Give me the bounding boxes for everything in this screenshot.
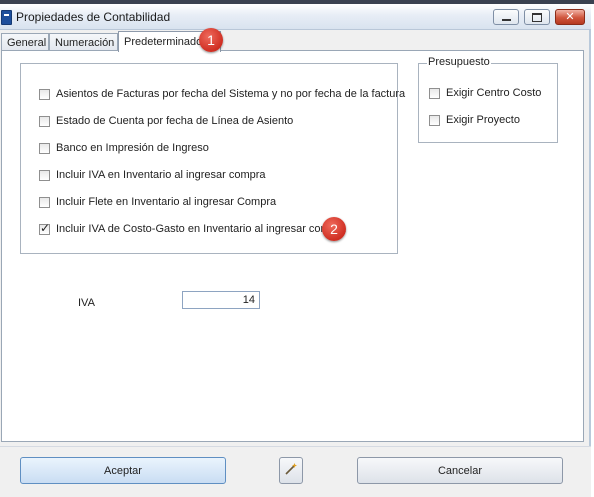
window-title: Propiedades de Contabilidad bbox=[16, 10, 171, 24]
option-label: Estado de Cuenta por fecha de Línea de A… bbox=[56, 115, 294, 127]
option-incluir-flete[interactable]: Incluir Flete en Inventario al ingresar … bbox=[39, 196, 276, 208]
option-label: Incluir IVA de Costo-Gasto en Inventario… bbox=[56, 223, 346, 235]
iva-field[interactable] bbox=[182, 291, 260, 309]
option-label: Asientos de Facturas por fecha del Siste… bbox=[56, 88, 406, 100]
option-label: Banco en Impresión de Ingreso bbox=[56, 142, 209, 154]
checkmark-icon: ✓ bbox=[40, 220, 51, 235]
magic-wand-icon bbox=[284, 462, 298, 479]
title-bar[interactable]: Propiedades de Contabilidad ✕ bbox=[0, 4, 591, 30]
option-estado-cuenta[interactable]: Estado de Cuenta por fecha de Línea de A… bbox=[39, 115, 293, 127]
checkbox[interactable] bbox=[39, 196, 50, 208]
option-label: Incluir IVA en Inventario al ingresar co… bbox=[56, 169, 266, 181]
tab-panel-predeterminados: Asientos de Facturas por fecha del Siste… bbox=[1, 50, 584, 442]
option-label: Exigir Centro Costo bbox=[446, 87, 542, 99]
checkbox[interactable] bbox=[39, 142, 50, 154]
maximize-button[interactable] bbox=[524, 9, 550, 25]
cancel-button[interactable]: Cancelar bbox=[357, 457, 563, 484]
minimize-icon bbox=[501, 18, 511, 21]
option-label: Incluir Flete en Inventario al ingresar … bbox=[56, 196, 277, 208]
close-icon: ✕ bbox=[565, 10, 575, 23]
checkbox[interactable] bbox=[429, 87, 440, 99]
option-incluir-iva-inventario[interactable]: Incluir IVA en Inventario al ingresar co… bbox=[39, 169, 266, 181]
maximize-icon bbox=[532, 12, 542, 22]
iva-label: IVA bbox=[78, 297, 95, 309]
checkbox[interactable]: ✓ bbox=[39, 220, 51, 235]
presupuesto-group: Presupuesto Exigir Centro Costo Exigir P… bbox=[418, 56, 558, 143]
tab-strip: General Numeración Predeterminados bbox=[0, 31, 591, 52]
option-label: Exigir Proyecto bbox=[446, 114, 520, 126]
annotation-badge-2: 2 bbox=[322, 217, 346, 241]
annotation-badge-1: 1 bbox=[199, 28, 223, 52]
tab-general[interactable]: General bbox=[1, 33, 49, 51]
button-bar: Aceptar Cancelar bbox=[0, 446, 591, 497]
presupuesto-legend: Presupuesto bbox=[427, 56, 491, 68]
close-button[interactable]: ✕ bbox=[555, 9, 585, 25]
checkbox[interactable] bbox=[39, 115, 50, 127]
checkbox[interactable] bbox=[39, 88, 50, 100]
tab-numeracion[interactable]: Numeración bbox=[49, 33, 118, 51]
option-incluir-iva-costo-gasto[interactable]: ✓ Incluir IVA de Costo-Gasto en Inventar… bbox=[39, 220, 346, 235]
app-icon bbox=[1, 10, 12, 25]
option-exigir-proyecto[interactable]: Exigir Proyecto bbox=[429, 114, 520, 126]
option-exigir-centro-costo[interactable]: Exigir Centro Costo bbox=[429, 87, 541, 99]
checkbox[interactable] bbox=[429, 114, 440, 126]
wand-button[interactable] bbox=[279, 457, 303, 484]
option-asientos-facturas[interactable]: Asientos de Facturas por fecha del Siste… bbox=[39, 88, 405, 100]
dialog-window: Propiedades de Contabilidad ✕ General Nu… bbox=[0, 4, 591, 497]
option-banco-impresion[interactable]: Banco en Impresión de Ingreso bbox=[39, 142, 209, 154]
minimize-button[interactable] bbox=[493, 9, 519, 25]
accept-button[interactable]: Aceptar bbox=[20, 457, 226, 484]
checkbox[interactable] bbox=[39, 169, 50, 181]
